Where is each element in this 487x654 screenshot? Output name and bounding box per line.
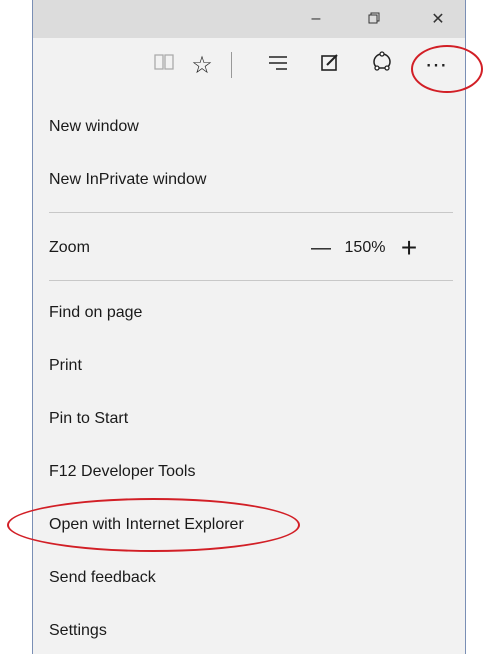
zoom-label: Zoom bbox=[49, 239, 90, 256]
close-button[interactable]: ✕ bbox=[415, 0, 461, 38]
zoom-in-button[interactable]: + bbox=[391, 232, 427, 264]
menu-item-settings[interactable]: Settings bbox=[49, 616, 107, 646]
share-button[interactable] bbox=[367, 50, 397, 80]
reading-view-button[interactable] bbox=[149, 50, 179, 80]
menu-item-print[interactable]: Print bbox=[49, 351, 82, 381]
favorite-button[interactable]: ☆ bbox=[187, 50, 217, 80]
menu-item-pin-to-start[interactable]: Pin to Start bbox=[49, 404, 128, 434]
toolbar-divider bbox=[231, 52, 232, 78]
restore-icon bbox=[368, 12, 380, 27]
more-actions-menu: New window New InPrivate window Zoom — 1… bbox=[33, 92, 465, 654]
browser-window: – ✕ ☆ ⋯ New window New InPrivate window … bbox=[32, 0, 466, 654]
more-actions-button[interactable]: ⋯ bbox=[421, 50, 451, 80]
zoom-control: — 150% + bbox=[303, 232, 427, 264]
zoom-level-value: 150% bbox=[344, 239, 386, 256]
menu-item-open-with-internet-explorer[interactable]: Open with Internet Explorer bbox=[49, 510, 244, 540]
menu-item-new-window[interactable]: New window bbox=[49, 112, 139, 142]
menu-item-f12-developer-tools[interactable]: F12 Developer Tools bbox=[49, 457, 195, 487]
toolbar: ☆ ⋯ bbox=[33, 38, 465, 92]
minimize-button[interactable]: – bbox=[293, 0, 339, 38]
reading-view-icon bbox=[153, 53, 175, 77]
restore-button[interactable] bbox=[351, 0, 397, 38]
menu-item-find-on-page[interactable]: Find on page bbox=[49, 298, 142, 328]
zoom-out-button[interactable]: — bbox=[303, 237, 339, 260]
more-actions-icon: ⋯ bbox=[425, 52, 447, 77]
web-note-button[interactable] bbox=[315, 50, 345, 80]
menu-divider bbox=[49, 212, 453, 213]
hub-icon bbox=[268, 54, 288, 77]
favorite-star-icon: ☆ bbox=[191, 51, 213, 79]
menu-item-send-feedback[interactable]: Send feedback bbox=[49, 563, 156, 593]
hub-button[interactable] bbox=[263, 50, 293, 80]
minimize-icon: – bbox=[311, 10, 321, 27]
close-icon: ✕ bbox=[431, 11, 445, 28]
menu-divider bbox=[49, 280, 453, 281]
web-note-icon bbox=[320, 52, 340, 78]
menu-item-new-inprivate-window[interactable]: New InPrivate window bbox=[49, 165, 206, 195]
share-icon bbox=[371, 51, 393, 79]
title-bar: – ✕ bbox=[33, 0, 465, 38]
